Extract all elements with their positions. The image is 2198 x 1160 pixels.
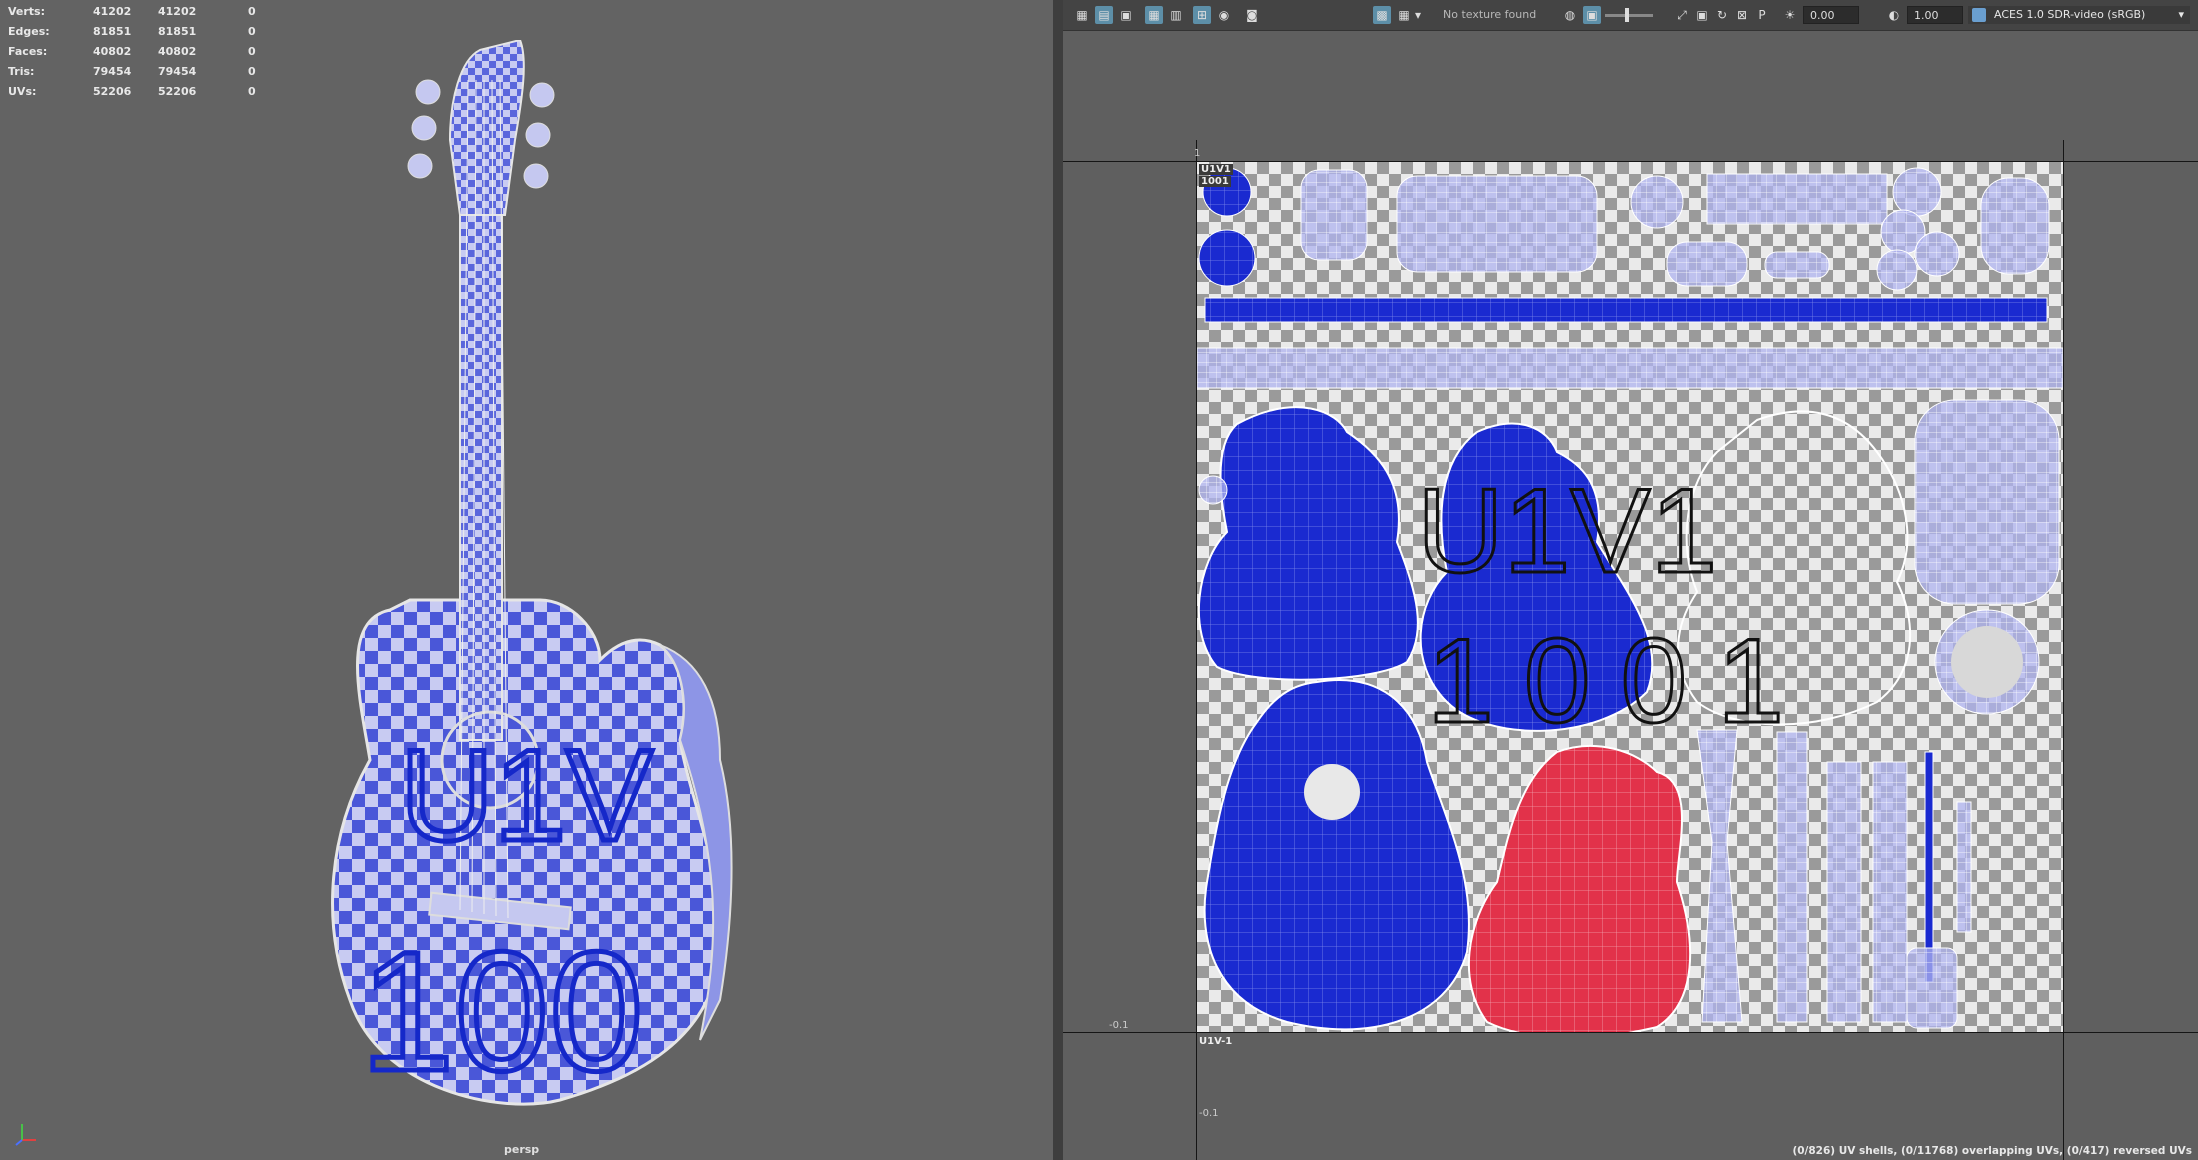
checker-toggle-icon[interactable]: ▦ [1395, 6, 1413, 24]
pixel-icon[interactable]: ◉ [1215, 6, 1233, 24]
gamma-icon[interactable]: ◐ [1885, 6, 1903, 24]
tile-icon[interactable]: ▥ [1167, 6, 1185, 24]
camera-icon[interactable]: ◙ [1243, 6, 1261, 24]
body-text-bottom: 100 [360, 917, 644, 1107]
texture-status: No texture found [1443, 8, 1537, 21]
body-text-top: U1V [400, 722, 653, 868]
exposure-field[interactable]: 0.00 [1803, 6, 1859, 24]
uv-tile-1001[interactable]: U1V1 1001 U1V1 1001 [1197, 162, 2063, 1032]
shaded-icon[interactable]: ◍ [1561, 6, 1579, 24]
poly-count-hud: Verts: 41202 41202 0 Edges: 81851 81851 … [8, 2, 268, 102]
gamma-field[interactable]: 1.00 [1907, 6, 1963, 24]
hud-row-uvs: UVs: 52206 52206 0 [8, 85, 256, 98]
chevron-down-icon[interactable]: ▾ [1413, 6, 1423, 24]
big-tile-text-bottom: 1001 [1427, 614, 1814, 748]
fit-icon[interactable]: ⤢ [1673, 6, 1691, 24]
panel-divider[interactable] [1053, 0, 1063, 1160]
image-display-icon[interactable]: ▩ [1373, 6, 1391, 24]
tile-label-line1: U1V1 [1199, 164, 1233, 175]
texture-icon[interactable]: ▣ [1117, 6, 1135, 24]
uv-status-bar: (0/826) UV shells, (0/11768) overlapping… [1792, 1145, 2192, 1157]
uv-shell-icon[interactable]: ▤ [1095, 6, 1113, 24]
tick-left: -0.1 [1109, 1020, 1129, 1031]
uv-axis-v0 [1063, 1032, 2198, 1033]
hud-row-verts: Verts: 41202 41202 0 [8, 5, 256, 18]
uv-editor-panel[interactable]: ▦ ▤ ▣ ▦ ▥ ⊞ ◉ ◙ ▩ ▦ ▾ No texture found ◍… [1063, 0, 2198, 1160]
exposure-icon[interactable]: ☀ [1781, 6, 1799, 24]
grid-icon[interactable]: ▦ [1073, 6, 1091, 24]
rotate-icon[interactable]: ↻ [1713, 6, 1731, 24]
tile-label-line2: 1001 [1199, 176, 1231, 187]
frame-icon[interactable]: ▣ [1693, 6, 1711, 24]
hud-row-faces: Faces: 40802 40802 0 [8, 45, 256, 58]
camera-label: persp [504, 1143, 540, 1156]
tick-bottom: -0.1 [1199, 1108, 1219, 1119]
tick-top: 1 [1194, 148, 1201, 159]
checker-icon[interactable]: ▦ [1145, 6, 1163, 24]
snap-icon[interactable]: ⊞ [1193, 6, 1211, 24]
uv-shells[interactable]: U1V1 1001 [1197, 162, 2063, 1032]
axis-gizmo [15, 1124, 36, 1146]
view-transform-icon [1972, 8, 1986, 22]
tile-label-below: U1V-1 [1199, 1036, 1233, 1047]
guitar-headstock [448, 40, 525, 216]
chevron-down-icon: ▾ [2178, 8, 2184, 21]
psd-icon[interactable]: P [1753, 6, 1771, 24]
hud-row-edges: Edges: 81851 81851 0 [8, 25, 256, 38]
hud-row-tris: Tris: 79454 79454 0 [8, 65, 256, 78]
uv-axis-u1 [2063, 140, 2064, 1160]
color-space-dropdown[interactable]: ACES 1.0 SDR-video (sRGB) ▾ [1968, 6, 2190, 24]
dim-icon[interactable]: ▣ [1583, 6, 1601, 24]
perspective-viewport[interactable]: Verts: 41202 41202 0 Edges: 81851 81851 … [0, 0, 1053, 1160]
guitar-model[interactable]: U1V 100 [300, 40, 760, 1120]
dim-slider[interactable] [1605, 8, 1653, 22]
uv-toolbar: ▦ ▤ ▣ ▦ ▥ ⊞ ◉ ◙ ▩ ▦ ▾ No texture found ◍… [1063, 0, 2198, 31]
unfold-icon[interactable]: ⊠ [1733, 6, 1751, 24]
big-tile-text-top: U1V1 [1417, 464, 1717, 598]
